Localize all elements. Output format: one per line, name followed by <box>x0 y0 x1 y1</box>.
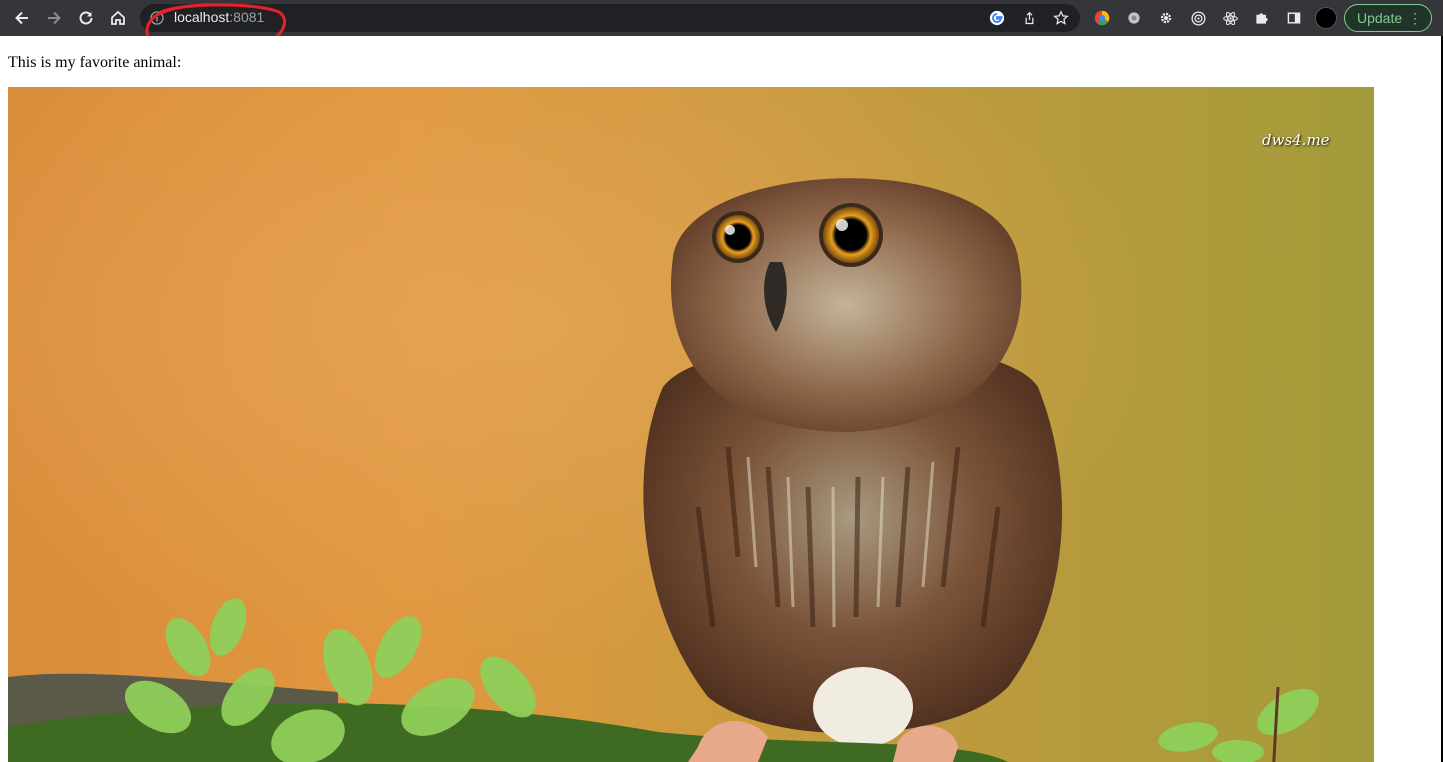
url-port: :8081 <box>229 9 265 25</box>
star-icon[interactable] <box>1052 9 1070 27</box>
avatar[interactable] <box>1315 7 1337 29</box>
info-icon[interactable] <box>150 11 164 25</box>
home-icon <box>111 10 125 25</box>
react-icon[interactable] <box>1220 8 1240 28</box>
ext-gray-icon[interactable] <box>1124 8 1144 28</box>
update-label: Update <box>1357 10 1403 26</box>
favorite-animal-text: This is my favorite animal: <box>8 54 182 71</box>
address-bar[interactable]: localhost:8081 <box>140 4 1080 32</box>
gear-icon[interactable] <box>1156 8 1176 28</box>
share-icon[interactable] <box>1020 9 1038 27</box>
owl-photo: dws4.me <box>8 87 1374 762</box>
url-host: localhost <box>174 9 230 25</box>
color-picker-icon[interactable] <box>1092 8 1112 28</box>
more-menu-icon[interactable]: ⋮ <box>1408 10 1422 26</box>
page-content: This is my favorite animal: dws4.me <box>0 36 1443 762</box>
forward-button[interactable] <box>42 6 66 30</box>
puzzle-icon[interactable] <box>1252 8 1272 28</box>
home-button[interactable] <box>106 6 130 30</box>
reload-button[interactable] <box>74 6 98 30</box>
side-panel-icon[interactable] <box>1284 8 1304 28</box>
arrow-left-icon <box>15 11 28 25</box>
update-button[interactable]: Update ⋮ <box>1344 4 1432 32</box>
browser-toolbar: localhost:8081 Update ⋮ <box>0 0 1443 36</box>
target-icon[interactable] <box>1188 8 1208 28</box>
arrow-right-icon <box>48 11 61 25</box>
google-icon[interactable] <box>988 9 1006 27</box>
back-button[interactable] <box>10 6 34 30</box>
url-text[interactable]: localhost:8081 <box>174 9 264 25</box>
watermark-text: dws4.me <box>1262 131 1330 149</box>
reload-icon <box>79 11 93 25</box>
